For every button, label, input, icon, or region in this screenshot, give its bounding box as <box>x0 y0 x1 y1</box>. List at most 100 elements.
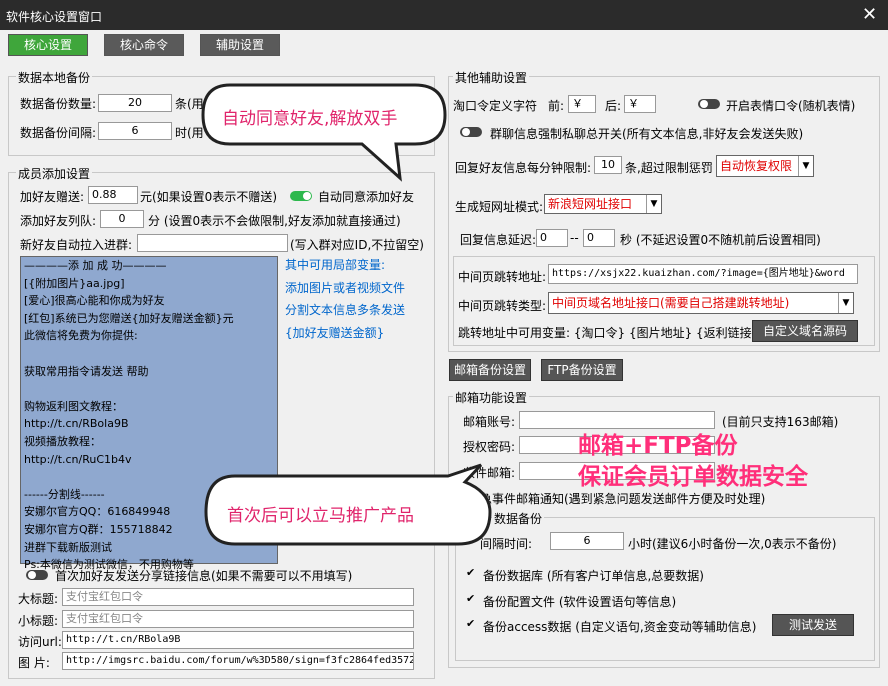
share-title-input[interactable]: 支付宝红包口令 <box>62 588 414 606</box>
penalty-dropdown[interactable]: 自动恢复权限 ▼ <box>716 155 814 177</box>
auto-accept-toggle[interactable] <box>290 191 312 201</box>
urgent-mail-label: 急事件邮箱通知(遇到紧急问题发送邮件方便及时处理) <box>480 492 766 506</box>
reply-limit-input[interactable]: 10 <box>594 156 622 174</box>
chevron-down-icon: ▼ <box>798 156 813 176</box>
jump-url-input[interactable]: https://xsjx22.kuaizhan.com/?image={图片地址… <box>548 264 858 284</box>
tab-aux-settings[interactable]: 辅助设置 <box>200 34 280 56</box>
share-image-label: 图 片: <box>18 656 50 670</box>
jump-type-value: 中间页域名地址接口(需要自己搭建跳转地址) <box>552 296 790 310</box>
prefix-label: 前: <box>548 99 565 113</box>
local-backup-legend: 数据本地备份 <box>16 69 93 86</box>
close-icon[interactable]: ✕ <box>862 4 877 25</box>
group-private-label: 群聊信息强制私聊总开关(所有文本信息,非好友会发送失败) <box>490 127 804 141</box>
delay-from-input[interactable]: 0 <box>536 229 568 247</box>
auto-accept-label: 自动同意添加好友 <box>318 190 415 204</box>
shortlink-label: 生成短网址模式: <box>455 200 544 214</box>
gift-input[interactable]: 0.88 <box>88 186 138 204</box>
bottom-callout-text: 首次后可以立马推广产品 <box>227 506 414 526</box>
message-line: 此微信将免费为你提供: <box>24 329 138 343</box>
delay-to-input[interactable]: 0 <box>583 229 615 247</box>
share-url-label: 访问url: <box>18 635 62 649</box>
top-callout-bubble: 自动同意好友,解放双手 <box>200 82 450 182</box>
variable-link-gift-amount[interactable]: {加好友赠送金额} <box>285 324 384 341</box>
jump-variables-text: 跳转地址中可用变量: {淘口令} {图片地址} {返利链接} <box>458 326 760 340</box>
group-private-toggle[interactable] <box>460 127 482 137</box>
member-add-legend: 成员添加设置 <box>16 165 93 182</box>
message-line: 购物返利图文教程： <box>24 399 123 413</box>
backup-interval-input[interactable]: 6 <box>98 122 172 140</box>
checkbox-check-icon[interactable]: ✔ <box>466 618 476 629</box>
reply-limit-label: 回复好友信息每分钟限制: <box>455 161 592 175</box>
jump-url-label: 中间页跳转地址: <box>458 270 547 284</box>
chevron-down-icon: ▼ <box>646 195 661 213</box>
queue-note: 分 (设置0表示不会做限制,好友添加就直接通过) <box>148 214 401 228</box>
message-line: 获取常用指令请发送 帮助 <box>24 364 149 378</box>
mail-account-note: (目前只支持163邮箱) <box>722 415 839 429</box>
delay-note: 秒 (不延迟设置0不随机前后设置相同) <box>620 233 821 247</box>
emoji-command-toggle[interactable] <box>698 99 720 109</box>
gift-label: 加好友赠送: <box>20 190 85 204</box>
suffix-input[interactable]: ￥ <box>624 95 656 113</box>
taokouling-label: 淘口令定义字符 <box>453 99 538 113</box>
auto-group-input[interactable] <box>137 234 288 252</box>
share-subtitle-label: 小标题: <box>18 614 59 628</box>
variable-link-split[interactable]: 分割文本信息多条发送 <box>285 301 405 318</box>
backup-db-label: 备份数据库 (所有客户订单信息,总要数据) <box>483 569 704 583</box>
overlay-line-1: 邮箱+FTP备份 <box>578 433 738 459</box>
top-callout-text: 自动同意好友,解放双手 <box>222 109 398 129</box>
jump-type-dropdown[interactable]: 中间页域名地址接口(需要自己搭建跳转地址) ▼ <box>548 292 854 314</box>
backup-access-label: 备份access数据 (自定义语句,资金变动等辅助信息) <box>483 620 757 634</box>
prefix-input[interactable]: ￥ <box>568 95 596 113</box>
suffix-label: 后: <box>605 99 622 113</box>
message-line: 视频播放教程： <box>24 434 101 448</box>
message-line <box>24 345 234 363</box>
message-line <box>24 380 234 398</box>
backup-interval-hours-note: 小时(建议6小时备份一次,0表示不备份) <box>628 537 837 551</box>
backup-count-input[interactable]: 20 <box>98 94 172 112</box>
queue-label: 添加好友列队: <box>20 214 97 228</box>
auto-group-note: (写入群对应ID,不拉留空) <box>290 238 424 252</box>
chevron-down-icon: ▼ <box>838 293 853 313</box>
custom-domain-button[interactable]: 自定义域名源码 <box>752 320 858 342</box>
penalty-value: 自动恢复权限 <box>720 159 793 173</box>
message-line: [红包]系统已为您赠送{加好友赠送金额}元 <box>24 311 234 325</box>
bottom-callout-bubble: 首次后可以立马推广产品 <box>203 462 493 572</box>
backup-count-label: 数据备份数量: <box>20 97 97 111</box>
overlay-line-2: 保证会员订单数据安全 <box>578 464 808 490</box>
tab-core-settings[interactable]: 核心设置 <box>8 34 88 56</box>
message-line: http://t.cn/RBola9B <box>24 417 129 431</box>
variable-link-media[interactable]: 添加图片或者视频文件 <box>285 279 405 296</box>
message-line: [爱心]很高心能和你成为好友 <box>24 294 165 308</box>
window-title: 软件核心设置窗口 <box>6 10 103 24</box>
tab-ftp-backup[interactable]: FTP备份设置 <box>541 359 623 381</box>
reply-limit-note: 条,超过限制惩罚 <box>625 161 713 175</box>
delay-label: 回复信息延迟: <box>460 233 537 247</box>
gift-note: 元(如果设置0表示不赠送) <box>140 190 277 204</box>
share-subtitle-input[interactable]: 支付宝红包口令 <box>62 610 414 628</box>
delay-separator: -- <box>570 231 579 245</box>
test-send-button[interactable]: 测试发送 <box>772 614 854 636</box>
share-link-toggle[interactable] <box>26 570 48 580</box>
tab-mail-backup[interactable]: 邮箱备份设置 <box>449 359 531 381</box>
queue-input[interactable]: 0 <box>100 210 144 228</box>
title-bar: 软件核心设置窗口 ✕ <box>0 0 888 30</box>
message-line: ————添 加 成 功———— <box>24 259 167 272</box>
share-url-input[interactable]: http://t.cn/RBola9B <box>62 631 414 649</box>
variables-title: 其中可用局部变量: <box>285 258 386 272</box>
backup-config-label: 备份配置文件 (软件设置语句等信息) <box>483 595 677 609</box>
share-image-input[interactable]: http://imgsrc.baidu.com/forum/w%3D580/si… <box>62 652 414 670</box>
backup-interval-hours-input[interactable]: 6 <box>550 532 624 550</box>
shortlink-value: 新浪短网址接口 <box>548 197 633 211</box>
share-title-label: 大标题: <box>18 592 59 606</box>
backup-interval-label: 数据备份间隔: <box>20 126 97 140</box>
data-backup-legend: 数据备份 <box>492 510 545 527</box>
mail-account-label: 邮箱账号: <box>463 415 516 429</box>
emoji-command-label: 开启表情口令(随机表情) <box>726 99 856 113</box>
checkbox-check-icon[interactable]: ✔ <box>466 593 476 604</box>
jump-type-label: 中间页跳转类型: <box>458 299 547 313</box>
mail-auth-label: 授权密码: <box>463 440 516 454</box>
shortlink-dropdown[interactable]: 新浪短网址接口 ▼ <box>544 194 662 214</box>
tab-core-commands[interactable]: 核心命令 <box>104 34 184 56</box>
auto-group-label: 新好友自动拉入进群: <box>20 238 133 252</box>
mail-settings-legend: 邮箱功能设置 <box>453 389 530 406</box>
